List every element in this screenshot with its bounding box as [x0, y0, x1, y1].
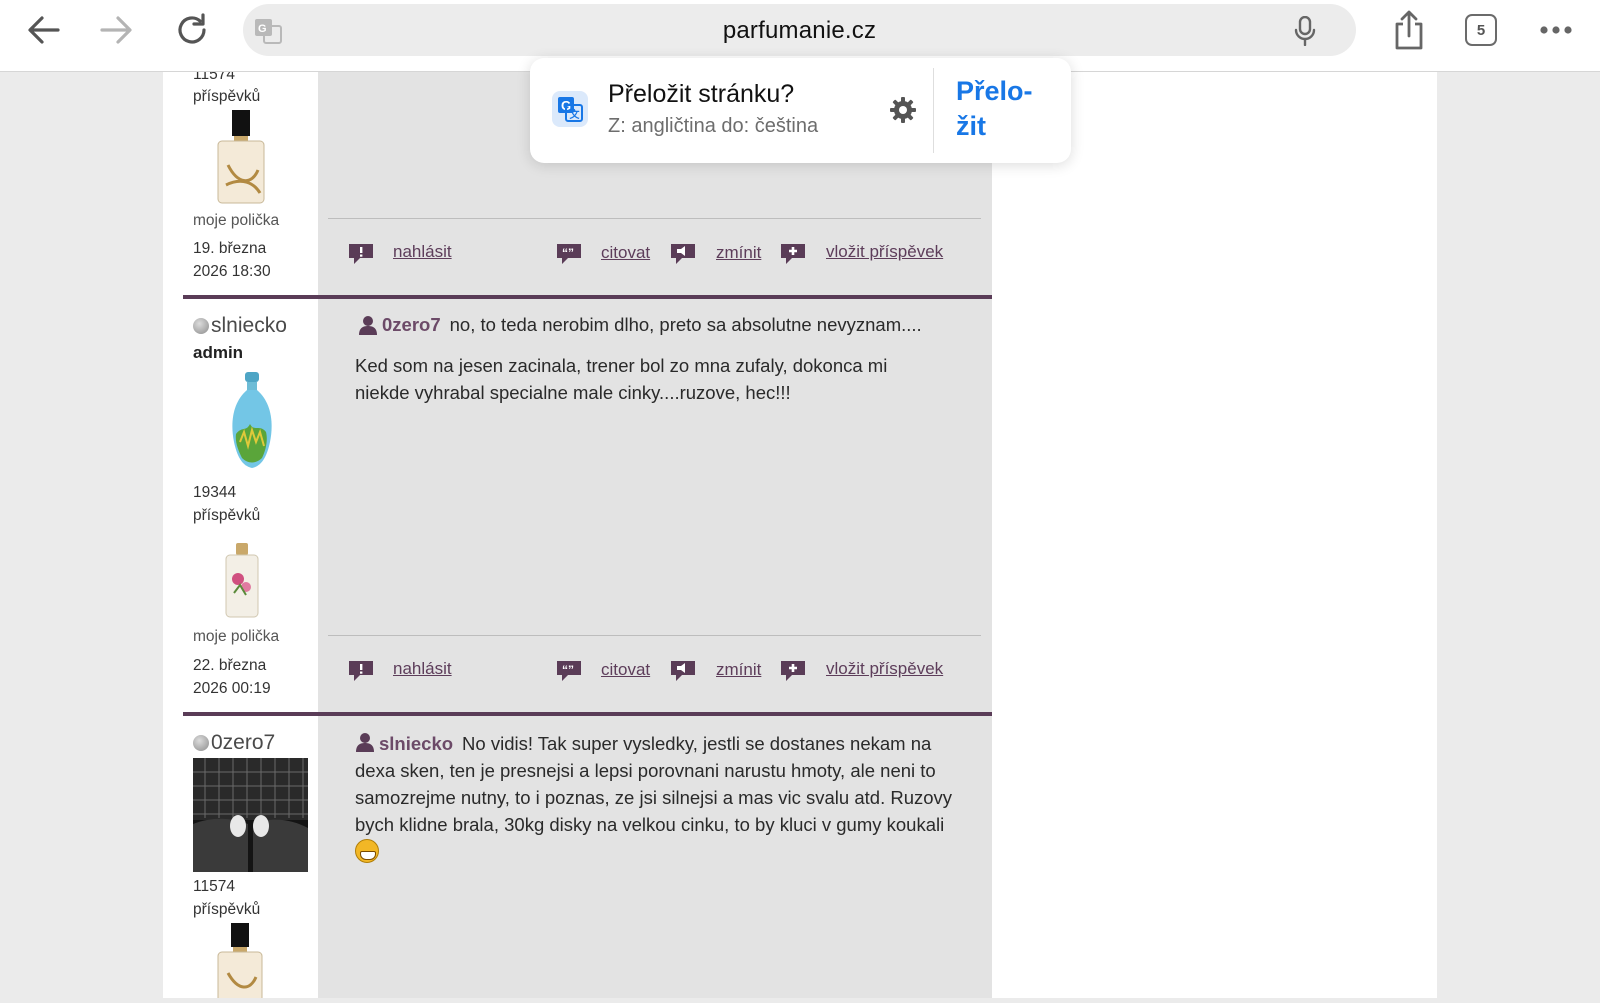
- share-icon[interactable]: [1392, 9, 1426, 51]
- post-author-username[interactable]: slniecko: [193, 314, 287, 338]
- quoted-text: no, to teda nerobim dlho, preto sa absol…: [449, 314, 922, 335]
- translate-page-popup: G 文 Přeložit stránku? Z: angličtina do: …: [530, 58, 1071, 163]
- user-post-count: 11574: [193, 878, 235, 895]
- tab-count-button[interactable]: 5: [1465, 14, 1497, 46]
- my-shelf-link[interactable]: moje polička: [193, 212, 279, 230]
- forward-icon[interactable]: [98, 12, 136, 48]
- report-link[interactable]: nahlásit: [393, 659, 452, 679]
- quote-link[interactable]: citovat: [601, 660, 650, 680]
- user-role: admin: [193, 343, 244, 362]
- add-post-icon[interactable]: [780, 243, 806, 265]
- mention-icon[interactable]: [670, 660, 696, 682]
- report-link[interactable]: nahlásit: [393, 242, 452, 262]
- report-icon[interactable]: [348, 243, 374, 265]
- offline-status-icon: [193, 318, 209, 334]
- user-avatar[interactable]: [193, 758, 308, 872]
- post-time: 2026 00:19: [193, 680, 271, 697]
- post-time: 2026 18:30: [193, 263, 271, 280]
- mention-icon[interactable]: [670, 243, 696, 265]
- offline-status-icon: [193, 735, 209, 751]
- mention-link[interactable]: zmínit: [716, 660, 761, 680]
- svg-text:“”: “”: [562, 663, 574, 677]
- perfume-bottle-image[interactable]: [224, 543, 260, 619]
- svg-text:“”: “”: [562, 246, 574, 260]
- report-icon[interactable]: [348, 660, 374, 682]
- user-post-count: 19344: [193, 484, 237, 501]
- post-separator: [183, 295, 992, 299]
- post-author-username[interactable]: 0zero7: [193, 731, 275, 755]
- perfume-bottle-image[interactable]: [214, 923, 266, 1003]
- back-icon[interactable]: [24, 12, 62, 48]
- post-body: slniecko No vidis! Tak super vysledky, je…: [355, 730, 955, 865]
- quoted-user-link[interactable]: slniecko: [379, 733, 453, 754]
- translate-popup-title: Přeložit stránku?: [608, 80, 795, 108]
- add-post-link[interactable]: vložit příspěvek: [826, 242, 943, 262]
- page-right-area: [992, 71, 1437, 998]
- post-date: 22. března: [193, 657, 267, 674]
- svg-text:文: 文: [570, 108, 581, 121]
- person-icon: [356, 733, 374, 752]
- translate-button[interactable]: Přelo- žit: [956, 74, 1033, 144]
- post-separator: [183, 712, 992, 716]
- posts-label: příspěvků: [193, 88, 261, 105]
- mention-link[interactable]: zmínit: [716, 243, 761, 263]
- translate-icon: G 文: [550, 89, 590, 129]
- add-post-link[interactable]: vložit příspěvek: [826, 659, 943, 679]
- post-actions-divider: [328, 218, 981, 219]
- post-reply-header: 0zero7 no, to teda nerobim dlho, preto s…: [358, 314, 922, 336]
- url-text: parfumanie.cz: [722, 17, 877, 44]
- more-menu-icon[interactable]: [1538, 18, 1574, 42]
- quote-icon[interactable]: “”: [556, 243, 582, 265]
- quoted-user-link[interactable]: 0zero7: [382, 314, 441, 336]
- person-icon: [359, 316, 377, 335]
- reload-icon[interactable]: [172, 10, 212, 50]
- gear-icon[interactable]: [888, 95, 918, 125]
- translate-popup-languages: Z: angličtina do: čeština: [608, 115, 819, 137]
- perfume-bottle-image[interactable]: [212, 110, 268, 205]
- address-bar[interactable]: G parfumanie.cz: [243, 4, 1356, 56]
- add-post-icon[interactable]: [780, 660, 806, 682]
- quote-link[interactable]: citovat: [601, 243, 650, 263]
- posts-label: příspěvků: [193, 901, 261, 918]
- post-date: 19. března: [193, 240, 267, 257]
- popup-divider: [933, 68, 934, 153]
- posts-label: příspěvků: [193, 507, 261, 524]
- microphone-icon[interactable]: [1291, 15, 1319, 47]
- post-actions-divider: [328, 635, 981, 636]
- grimacing-face-emoji-icon: [355, 839, 379, 863]
- quote-icon[interactable]: “”: [556, 660, 582, 682]
- my-shelf-link[interactable]: moje polička: [193, 628, 279, 646]
- post-body: Ked som na jesen zacinala, trener bol zo…: [355, 355, 888, 403]
- user-avatar[interactable]: [228, 372, 276, 470]
